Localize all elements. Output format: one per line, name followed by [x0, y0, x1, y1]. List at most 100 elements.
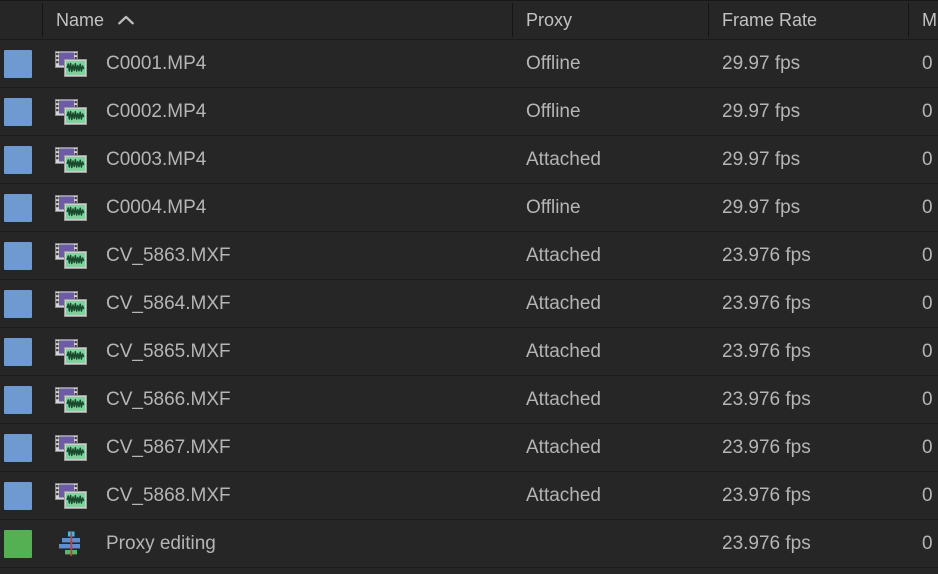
row-frame-rate-cell[interactable]: 29.97 fps: [708, 40, 908, 88]
row-name-cell[interactable]: C0002.MP4: [42, 88, 512, 136]
column-header-truncated[interactable]: M: [908, 0, 938, 40]
row-name-label: CV_5865.MXF: [106, 340, 231, 362]
table-row[interactable]: CV_5864.MXF Attached 23.976 fps 0: [0, 280, 938, 328]
row-color-swatch-cell[interactable]: [0, 376, 42, 424]
row-truncated-cell[interactable]: 0: [908, 136, 938, 184]
column-header-truncated-label: M: [922, 9, 937, 30]
row-truncated-cell[interactable]: 0: [908, 520, 938, 568]
row-name-cell[interactable]: CV_5864.MXF: [42, 280, 512, 328]
media-list-rows: C0001.MP4 Offline 29.97 fps 0 C0002.MP4 Offl…: [0, 40, 938, 568]
column-header-name[interactable]: Name: [42, 0, 512, 40]
row-color-swatch-cell[interactable]: [0, 280, 42, 328]
row-frame-rate-cell[interactable]: 23.976 fps: [708, 280, 908, 328]
table-row[interactable]: C0001.MP4 Offline 29.97 fps 0: [0, 40, 938, 88]
row-truncated-cell[interactable]: 0: [908, 88, 938, 136]
row-name-cell[interactable]: CV_5867.MXF: [42, 424, 512, 472]
color-swatch[interactable]: [4, 193, 32, 222]
row-frame-rate-cell[interactable]: 29.97 fps: [708, 88, 908, 136]
row-truncated-cell[interactable]: 0: [908, 232, 938, 280]
table-row[interactable]: CV_5863.MXF Attached 23.976 fps 0: [0, 232, 938, 280]
row-color-swatch-cell[interactable]: [0, 328, 42, 376]
row-frame-rate-cell[interactable]: 29.97 fps: [708, 184, 908, 232]
row-proxy-cell[interactable]: Offline: [512, 184, 708, 232]
row-proxy-cell[interactable]: Attached: [512, 424, 708, 472]
row-truncated-label: 0: [922, 484, 933, 506]
row-name-label: CV_5867.MXF: [106, 436, 231, 458]
color-swatch[interactable]: [4, 97, 32, 126]
row-name-cell[interactable]: CV_5868.MXF: [42, 472, 512, 520]
table-row[interactable]: CV_5865.MXF Attached 23.976 fps 0: [0, 328, 938, 376]
row-name-cell[interactable]: C0003.MP4: [42, 136, 512, 184]
column-header-color-swatch[interactable]: [0, 0, 42, 40]
table-row[interactable]: C0003.MP4 Attached 29.97 fps 0: [0, 136, 938, 184]
row-name-label: C0001.MP4: [106, 52, 207, 74]
color-swatch[interactable]: [4, 481, 32, 510]
row-frame-rate-cell[interactable]: 23.976 fps: [708, 376, 908, 424]
row-proxy-label: Attached: [526, 148, 601, 170]
row-frame-rate-cell[interactable]: 23.976 fps: [708, 328, 908, 376]
row-color-swatch-cell[interactable]: [0, 520, 42, 568]
row-proxy-cell[interactable]: [512, 520, 708, 568]
column-header-frame-rate[interactable]: Frame Rate: [708, 0, 908, 40]
row-name-cell[interactable]: Proxy editing: [42, 520, 512, 568]
row-color-swatch-cell[interactable]: [0, 232, 42, 280]
row-truncated-cell[interactable]: 0: [908, 40, 938, 88]
color-swatch[interactable]: [4, 241, 32, 270]
color-swatch[interactable]: [4, 529, 32, 558]
row-name-label: CV_5868.MXF: [106, 484, 231, 506]
row-color-swatch-cell[interactable]: [0, 40, 42, 88]
row-proxy-label: Attached: [526, 244, 601, 266]
row-truncated-cell[interactable]: 0: [908, 184, 938, 232]
video-clip-icon: [55, 194, 87, 221]
row-truncated-cell[interactable]: 0: [908, 472, 938, 520]
row-frame-rate-cell[interactable]: 23.976 fps: [708, 520, 908, 568]
row-truncated-cell[interactable]: 0: [908, 424, 938, 472]
row-name-cell[interactable]: CV_5863.MXF: [42, 232, 512, 280]
video-clip-icon: [55, 242, 87, 269]
row-frame-rate-cell[interactable]: 23.976 fps: [708, 472, 908, 520]
row-proxy-cell[interactable]: Attached: [512, 280, 708, 328]
table-row[interactable]: Proxy editing 23.976 fps 0: [0, 520, 938, 568]
row-proxy-cell[interactable]: Offline: [512, 88, 708, 136]
table-row[interactable]: CV_5866.MXF Attached 23.976 fps 0: [0, 376, 938, 424]
row-color-swatch-cell[interactable]: [0, 136, 42, 184]
row-proxy-cell[interactable]: Offline: [512, 40, 708, 88]
color-swatch[interactable]: [4, 337, 32, 366]
row-frame-rate-cell[interactable]: 23.976 fps: [708, 424, 908, 472]
row-proxy-cell[interactable]: Attached: [512, 376, 708, 424]
row-frame-rate-label: 23.976 fps: [722, 436, 811, 458]
row-truncated-cell[interactable]: 0: [908, 328, 938, 376]
color-swatch[interactable]: [4, 49, 32, 78]
row-color-swatch-cell[interactable]: [0, 472, 42, 520]
row-truncated-label: 0: [922, 292, 933, 314]
table-row[interactable]: CV_5868.MXF Attached 23.976 fps 0: [0, 472, 938, 520]
row-color-swatch-cell[interactable]: [0, 424, 42, 472]
row-name-cell[interactable]: C0004.MP4: [42, 184, 512, 232]
row-frame-rate-cell[interactable]: 29.97 fps: [708, 136, 908, 184]
row-proxy-cell[interactable]: Attached: [512, 472, 708, 520]
row-name-cell[interactable]: CV_5865.MXF: [42, 328, 512, 376]
row-name-cell[interactable]: CV_5866.MXF: [42, 376, 512, 424]
row-proxy-cell[interactable]: Attached: [512, 232, 708, 280]
row-proxy-label: Attached: [526, 484, 601, 506]
row-proxy-cell[interactable]: Attached: [512, 328, 708, 376]
row-name-label: C0004.MP4: [106, 196, 207, 218]
video-clip-icon: [55, 146, 87, 173]
table-row[interactable]: C0004.MP4 Offline 29.97 fps 0: [0, 184, 938, 232]
table-row[interactable]: C0002.MP4 Offline 29.97 fps 0: [0, 88, 938, 136]
color-swatch[interactable]: [4, 145, 32, 174]
row-frame-rate-cell[interactable]: 23.976 fps: [708, 232, 908, 280]
row-truncated-cell[interactable]: 0: [908, 376, 938, 424]
row-name-label: CV_5866.MXF: [106, 388, 231, 410]
column-header-proxy[interactable]: Proxy: [512, 0, 708, 40]
row-media-icon: [42, 482, 100, 509]
table-row[interactable]: CV_5867.MXF Attached 23.976 fps 0: [0, 424, 938, 472]
color-swatch[interactable]: [4, 385, 32, 414]
color-swatch[interactable]: [4, 433, 32, 462]
row-name-cell[interactable]: C0001.MP4: [42, 40, 512, 88]
row-color-swatch-cell[interactable]: [0, 88, 42, 136]
row-truncated-cell[interactable]: 0: [908, 280, 938, 328]
row-color-swatch-cell[interactable]: [0, 184, 42, 232]
color-swatch[interactable]: [4, 289, 32, 318]
row-proxy-cell[interactable]: Attached: [512, 136, 708, 184]
